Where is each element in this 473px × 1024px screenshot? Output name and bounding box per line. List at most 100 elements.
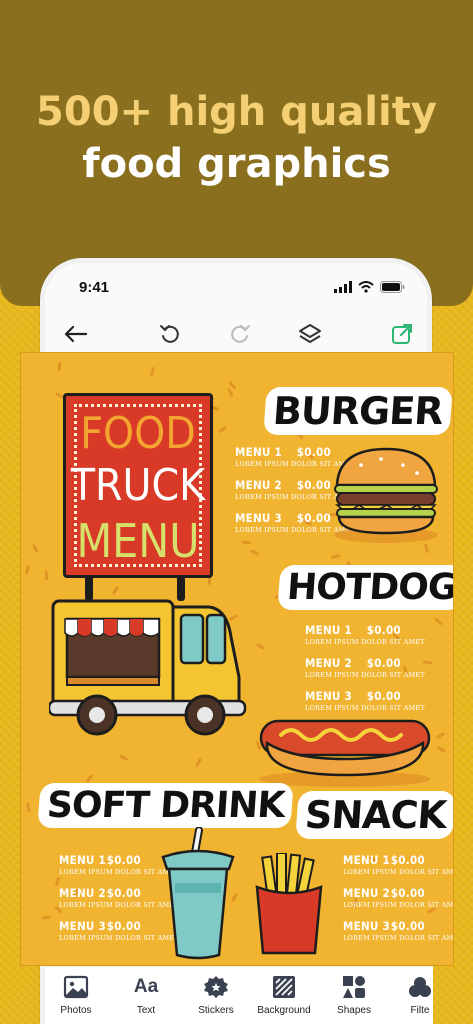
background-dash bbox=[118, 754, 129, 761]
tool-label: Shapes bbox=[337, 1005, 371, 1016]
promo-headline: 500+ high quality food graphics bbox=[0, 86, 473, 190]
food-truck-illustration[interactable] bbox=[49, 597, 254, 739]
menu-item-desc: LOREM IPSUM DOLOR SIT AMET bbox=[305, 671, 425, 679]
redo-icon bbox=[231, 325, 250, 343]
status-time: 9:41 bbox=[79, 279, 110, 296]
back-arrow-icon bbox=[64, 325, 88, 343]
menu-item-desc: LOREM IPSUM DOLOR SIT AMET bbox=[305, 638, 425, 646]
food-truck-sign[interactable]: FOOD TRUCK MENU bbox=[63, 393, 213, 578]
snack-menu-list[interactable]: MENU 1 $0.00 LOREM IPSUM DOLOR SIT AMET M… bbox=[343, 853, 454, 952]
redo-button[interactable] bbox=[225, 319, 255, 349]
background-dash bbox=[111, 585, 120, 596]
tool-label: Photos bbox=[60, 1005, 92, 1016]
shapes-icon bbox=[343, 976, 365, 998]
menu-item-name: MENU 2 bbox=[343, 886, 391, 900]
hotdog-menu-list[interactable]: MENU 1 $0.00 LOREM IPSUM DOLOR SIT AMET M… bbox=[305, 623, 425, 722]
burger-illustration[interactable] bbox=[331, 445, 441, 545]
background-dash bbox=[44, 570, 49, 581]
background-icon bbox=[273, 976, 295, 998]
background-dash bbox=[85, 773, 94, 784]
fries-illustration[interactable] bbox=[253, 853, 325, 957]
tool-stickers[interactable]: Stickers bbox=[181, 975, 251, 1016]
battery-icon bbox=[380, 281, 405, 293]
menu-item-price: $0.00 bbox=[390, 919, 425, 933]
background-dash bbox=[434, 617, 443, 626]
wifi-icon bbox=[358, 281, 374, 293]
menu-item-name: MENU 1 bbox=[59, 853, 107, 867]
tool-label: Text bbox=[136, 1005, 156, 1016]
menu-item-price: $0.00 bbox=[366, 656, 401, 670]
tool-label: Stickers bbox=[198, 1005, 234, 1016]
tool-label: Filte bbox=[410, 1005, 430, 1016]
status-bar: 9:41 bbox=[45, 263, 427, 311]
menu-item-desc: LOREM IPSUM DOLOR SIT AMET bbox=[305, 704, 425, 712]
export-button[interactable] bbox=[387, 319, 417, 349]
menu-item-name: MENU 3 bbox=[59, 919, 107, 933]
tool-background[interactable]: Background bbox=[249, 975, 319, 1016]
sign-line-truck: TRUCK bbox=[70, 460, 206, 511]
filter-icon bbox=[409, 977, 431, 997]
menu-item-price: $0.00 bbox=[296, 445, 331, 459]
back-button[interactable] bbox=[61, 319, 91, 349]
layers-button[interactable] bbox=[295, 319, 325, 349]
background-dash bbox=[330, 554, 341, 559]
photo-icon bbox=[63, 975, 89, 999]
bottom-tool-bar: Photos Aa Text Stickers Background Shape… bbox=[45, 966, 433, 1024]
background-dash bbox=[255, 642, 266, 651]
text-icon: Aa bbox=[133, 976, 159, 997]
tool-text[interactable]: Aa Text bbox=[111, 975, 181, 1016]
menu-item-price: $0.00 bbox=[390, 886, 425, 900]
section-title-hotdog[interactable]: HOTDOG bbox=[277, 565, 453, 610]
menu-item-name: MENU 1 bbox=[305, 623, 353, 637]
background-dash bbox=[26, 802, 31, 813]
menu-item-price: $0.00 bbox=[390, 853, 425, 867]
background-dash bbox=[41, 915, 52, 920]
menu-item-price: $0.00 bbox=[106, 853, 141, 867]
menu-item-price: $0.00 bbox=[106, 886, 141, 900]
undo-icon bbox=[160, 325, 179, 343]
menu-item-desc: LOREM IPSUM DOLOR SIT AMET bbox=[343, 901, 454, 909]
section-title-soft-drink[interactable]: SOFT DRINK bbox=[37, 783, 294, 828]
signal-icon bbox=[334, 281, 352, 293]
tool-photos[interactable]: Photos bbox=[41, 975, 111, 1016]
menu-item-name: MENU 3 bbox=[305, 689, 353, 703]
background-dash bbox=[195, 757, 202, 768]
menu-item-desc: LOREM IPSUM DOLOR SIT AMET bbox=[343, 868, 454, 876]
menu-item-price: $0.00 bbox=[366, 623, 401, 637]
background-dash bbox=[218, 425, 227, 434]
menu-item-name: MENU 3 bbox=[235, 511, 283, 525]
tool-shapes[interactable]: Shapes bbox=[319, 975, 389, 1016]
menu-item-price: $0.00 bbox=[106, 919, 141, 933]
tool-label: Background bbox=[257, 1005, 311, 1016]
menu-item-name: MENU 1 bbox=[343, 853, 391, 867]
tool-filters[interactable]: Filte bbox=[385, 975, 455, 1016]
section-title-snack[interactable]: SNACK bbox=[295, 791, 453, 839]
menu-item-name: MENU 2 bbox=[305, 656, 353, 670]
background-dash bbox=[24, 564, 31, 575]
background-dash bbox=[32, 543, 39, 554]
menu-item-price: $0.00 bbox=[366, 689, 401, 703]
menu-item-price: $0.00 bbox=[296, 511, 331, 525]
soft-drink-illustration[interactable] bbox=[159, 827, 237, 961]
background-dash bbox=[57, 361, 62, 372]
menu-item-desc: LOREM IPSUM DOLOR SIT AMET bbox=[343, 934, 454, 942]
menu-item-name: MENU 2 bbox=[59, 886, 107, 900]
background-dash bbox=[436, 746, 447, 753]
menu-item-name: MENU 3 bbox=[343, 919, 391, 933]
hotdog-illustration[interactable] bbox=[257, 713, 433, 789]
sign-line-menu: MENU bbox=[76, 514, 200, 568]
section-title-burger[interactable]: BURGER bbox=[263, 387, 453, 435]
menu-item-name: MENU 2 bbox=[235, 478, 283, 492]
layers-icon bbox=[299, 324, 321, 343]
undo-button[interactable] bbox=[155, 319, 185, 349]
design-canvas[interactable]: FOOD TRUCK MENU BURGER MENU 1 $0.00 LOREM… bbox=[20, 352, 454, 966]
background-dash bbox=[149, 366, 156, 377]
editor-toolbar bbox=[45, 315, 427, 355]
export-icon bbox=[392, 324, 412, 344]
sign-line-food: FOOD bbox=[80, 408, 196, 459]
headline-line-1: 500+ high quality bbox=[36, 89, 437, 135]
background-dash bbox=[435, 731, 446, 740]
background-dash bbox=[249, 549, 260, 556]
menu-item-name: MENU 1 bbox=[235, 445, 283, 459]
menu-item-price: $0.00 bbox=[296, 478, 331, 492]
